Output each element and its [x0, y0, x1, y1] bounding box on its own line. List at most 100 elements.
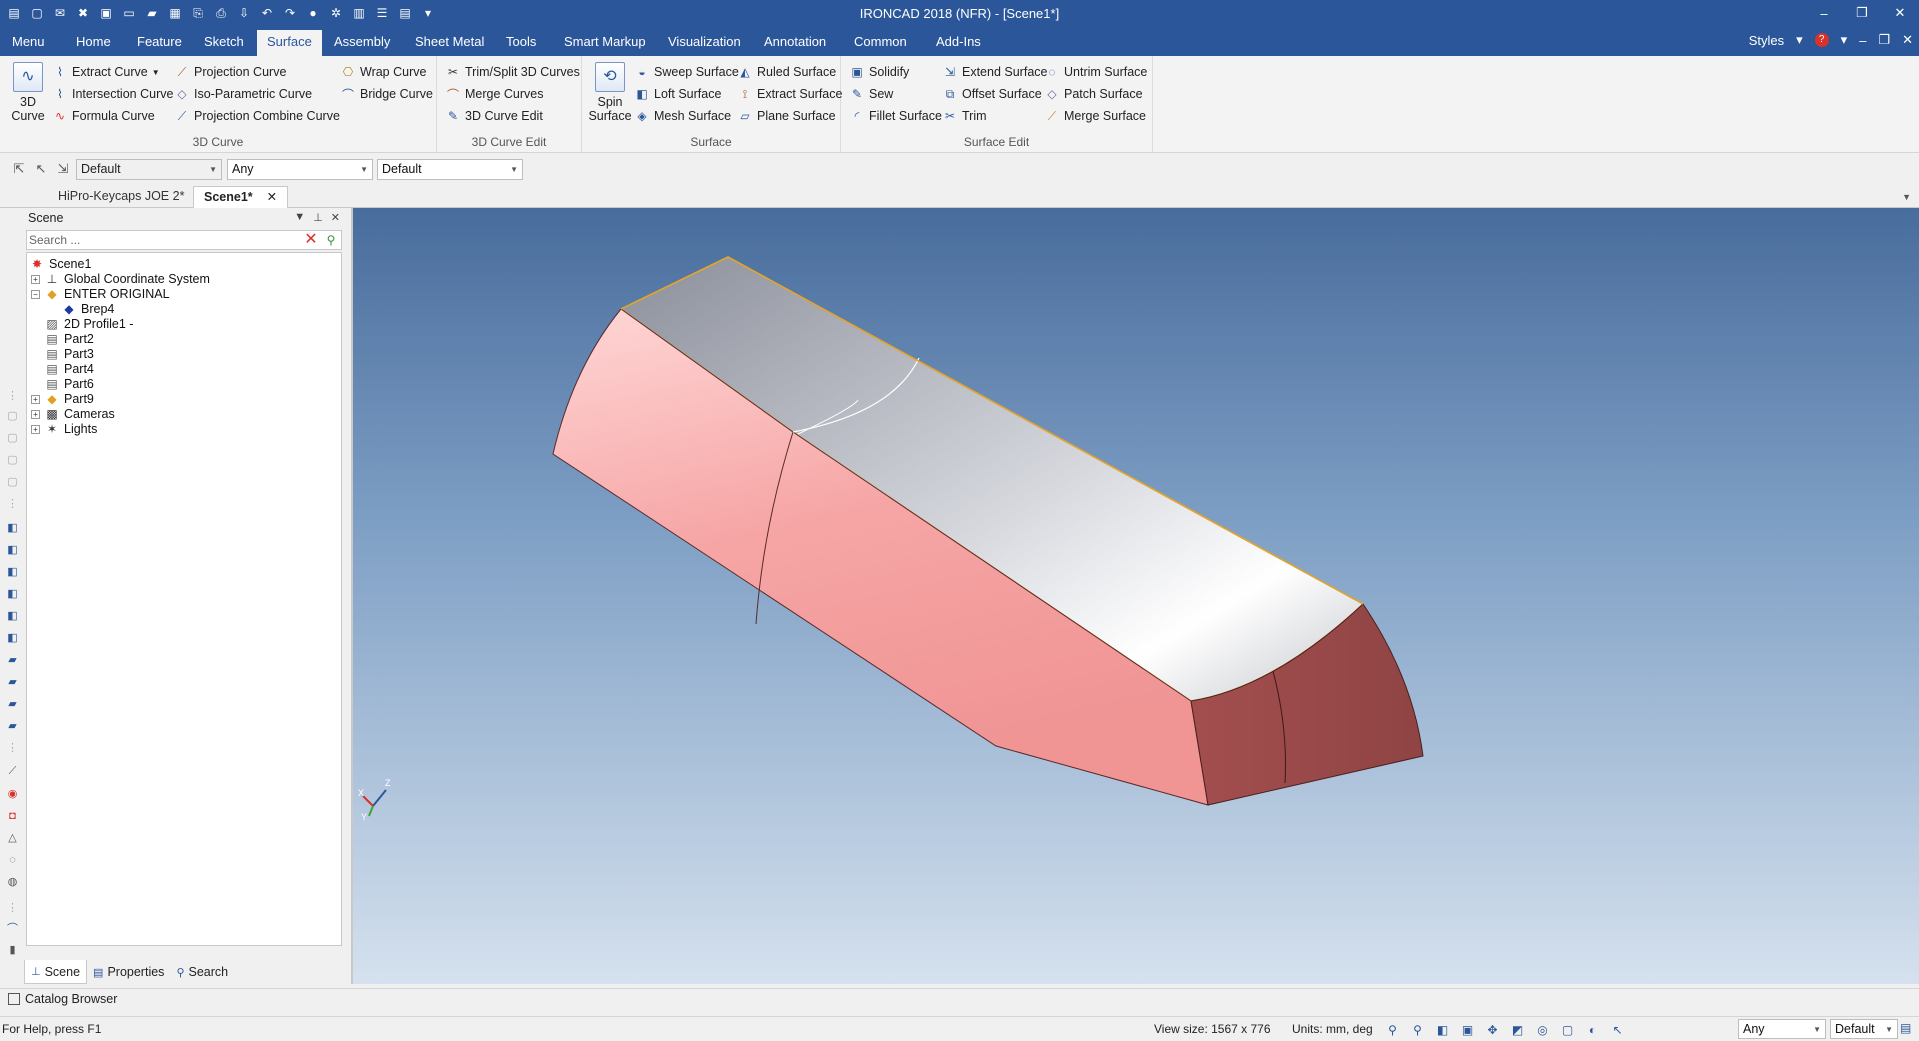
light-icon[interactable]: ◐: [1584, 1021, 1601, 1038]
tab-visualization[interactable]: Visualization: [658, 30, 751, 56]
bridge-curve-button[interactable]: ⌒ Bridge Curve: [340, 84, 433, 104]
chevron-down-icon[interactable]: ▼: [1902, 192, 1911, 202]
tab-search[interactable]: ⚲ Search: [170, 960, 234, 984]
undo-icon[interactable]: ↶: [257, 3, 277, 23]
box-view-icon[interactable]: ◧: [5, 586, 20, 601]
pointer-icon[interactable]: ↖: [1609, 1021, 1626, 1038]
status-style-combo[interactable]: Default ▼: [1830, 1019, 1898, 1039]
untrim-surface-button[interactable]: ◌ Untrim Surface: [1044, 62, 1147, 82]
view-tool-icon[interactable]: ▢: [5, 474, 20, 489]
view-tool-icon[interactable]: ▢: [5, 430, 20, 445]
box-view-icon[interactable]: ◧: [5, 520, 20, 535]
box-view-icon[interactable]: ◧: [5, 564, 20, 579]
tab-home[interactable]: Home: [66, 30, 121, 56]
zoom-fit-icon[interactable]: ⚲: [1384, 1021, 1401, 1038]
selection-filter-combo[interactable]: Any ▼: [227, 159, 373, 180]
shade-icon[interactable]: ▰: [5, 718, 20, 733]
style-combo[interactable]: Default ▼: [76, 159, 222, 180]
sew-button[interactable]: ✎ Sew: [849, 84, 893, 104]
rotate-icon[interactable]: ◌: [5, 852, 20, 867]
tab-smart-markup[interactable]: Smart Markup: [554, 30, 656, 56]
close-file-icon[interactable]: ✖: [73, 3, 93, 23]
merge-surface-button[interactable]: ⟋ Merge Surface: [1044, 106, 1146, 126]
minimize-icon[interactable]: –: [1805, 0, 1843, 26]
zoom-icon[interactable]: ⚲: [1409, 1021, 1426, 1038]
sketch-icon[interactable]: ⌒: [5, 920, 20, 935]
shade-icon[interactable]: ▰: [5, 674, 20, 689]
projection-curve-button[interactable]: ⟋ Projection Curve: [174, 62, 287, 82]
patch-surface-button[interactable]: ◇ Patch Surface: [1044, 84, 1142, 104]
chevron-down-icon[interactable]: ▾: [1796, 32, 1803, 48]
styles-menu[interactable]: Styles: [1749, 33, 1784, 48]
window-icon[interactable]: ▤: [395, 3, 415, 23]
options-icon[interactable]: ✲: [326, 3, 346, 23]
plane-surface-button[interactable]: ▱ Plane Surface: [737, 106, 835, 126]
render-mode-icon[interactable]: ◎: [1534, 1021, 1551, 1038]
tab-assembly[interactable]: Assembly: [324, 30, 400, 56]
render-icon[interactable]: ●: [303, 3, 323, 23]
mesh-surface-button[interactable]: ◈ Mesh Surface: [634, 106, 731, 126]
extract-surface-button[interactable]: ⟟ Extract Surface: [737, 84, 843, 104]
box-view-icon[interactable]: ◧: [5, 542, 20, 557]
doc-tab-scene1[interactable]: Scene1* ✕: [193, 186, 289, 208]
chevron-down-icon[interactable]: ▼: [294, 211, 305, 224]
projection-combine-curve-button[interactable]: ⟋ Projection Combine Curve: [174, 106, 340, 126]
expand-icon[interactable]: +: [31, 394, 40, 404]
formula-curve-button[interactable]: ∿ Formula Curve: [52, 106, 155, 126]
loft-surface-button[interactable]: ◧ Loft Surface: [634, 84, 721, 104]
redo-icon[interactable]: ↷: [280, 3, 300, 23]
eye-icon[interactable]: ◉: [5, 786, 20, 801]
doc-tab-hipro-keycaps[interactable]: HiPro-Keycaps JOE 2*: [48, 186, 194, 208]
layout-icon[interactable]: ▥: [349, 3, 369, 23]
export-icon[interactable]: ⎘: [188, 3, 208, 23]
restore-icon[interactable]: ❐: [1843, 0, 1881, 26]
compass-icon[interactable]: ◍: [5, 874, 20, 889]
tab-tools[interactable]: Tools: [496, 30, 546, 56]
box-view-icon[interactable]: ◧: [5, 630, 20, 645]
tab-common[interactable]: Common: [844, 30, 917, 56]
close-icon[interactable]: ✕: [1881, 0, 1919, 26]
trim-button[interactable]: ✂ Trim: [942, 106, 987, 126]
shade-icon[interactable]: ▰: [5, 652, 20, 667]
select-parts-icon[interactable]: ⇱: [10, 160, 28, 178]
wrap-curve-button[interactable]: ⎔ Wrap Curve: [340, 62, 427, 82]
print-icon[interactable]: ⎙: [211, 3, 231, 23]
customize-icon[interactable]: ▾: [418, 3, 438, 23]
open-icon[interactable]: ▭: [119, 3, 139, 23]
chevron-down-icon[interactable]: ▾: [1841, 32, 1848, 48]
expand-icon[interactable]: +: [31, 424, 40, 434]
solidify-button[interactable]: ▣ Solidify: [849, 62, 909, 82]
close-icon[interactable]: ✕: [331, 211, 340, 224]
app-menu-icon[interactable]: ▤: [4, 3, 24, 23]
tab-properties[interactable]: ▤ Properties: [87, 960, 170, 984]
3d-curve-button[interactable]: ∿ 3D Curve: [4, 62, 52, 123]
view-tool-icon[interactable]: ▢: [5, 408, 20, 423]
catalog-browser-bar[interactable]: Catalog Browser: [0, 988, 1919, 1010]
display-icon[interactable]: ▢: [1559, 1021, 1576, 1038]
tab-feature[interactable]: Feature: [127, 30, 192, 56]
view-box-icon[interactable]: ▣: [1459, 1021, 1476, 1038]
ruled-surface-button[interactable]: ◭ Ruled Surface: [737, 62, 836, 82]
shade-icon[interactable]: ▰: [5, 696, 20, 711]
tab-annotation[interactable]: Annotation: [754, 30, 836, 56]
box-view-icon[interactable]: ◧: [5, 608, 20, 623]
triangle-icon[interactable]: △: [5, 830, 20, 845]
ruler-icon[interactable]: ▮: [5, 942, 20, 957]
folder-icon[interactable]: ▰: [142, 3, 162, 23]
tab-add-ins[interactable]: Add-Ins: [926, 30, 991, 56]
list-icon[interactable]: ☰: [372, 3, 392, 23]
iso-parametric-curve-button[interactable]: ◇ Iso-Parametric Curve: [174, 84, 312, 104]
offset-surface-button[interactable]: ⧉ Offset Surface: [942, 84, 1042, 104]
trim-split-3d-curves-button[interactable]: ✂ Trim/Split 3D Curves: [445, 62, 580, 82]
3d-curve-edit-button[interactable]: ✎ 3D Curve Edit: [445, 106, 543, 126]
save-icon[interactable]: ▦: [165, 3, 185, 23]
tab-menu[interactable]: Menu: [2, 30, 55, 56]
extract-curve-button[interactable]: ⌇ Extract Curve ▼: [52, 62, 160, 82]
select-mode-icon[interactable]: ⇲: [54, 160, 72, 178]
camera-icon[interactable]: ◘: [5, 808, 20, 823]
pdf-icon[interactable]: ▣: [96, 3, 116, 23]
find-icon[interactable]: ⚲: [323, 232, 339, 248]
extend-surface-button[interactable]: ⇲ Extend Surface: [942, 62, 1048, 82]
help-icon[interactable]: ?: [1814, 33, 1829, 47]
walk-icon[interactable]: ✥: [1484, 1021, 1501, 1038]
